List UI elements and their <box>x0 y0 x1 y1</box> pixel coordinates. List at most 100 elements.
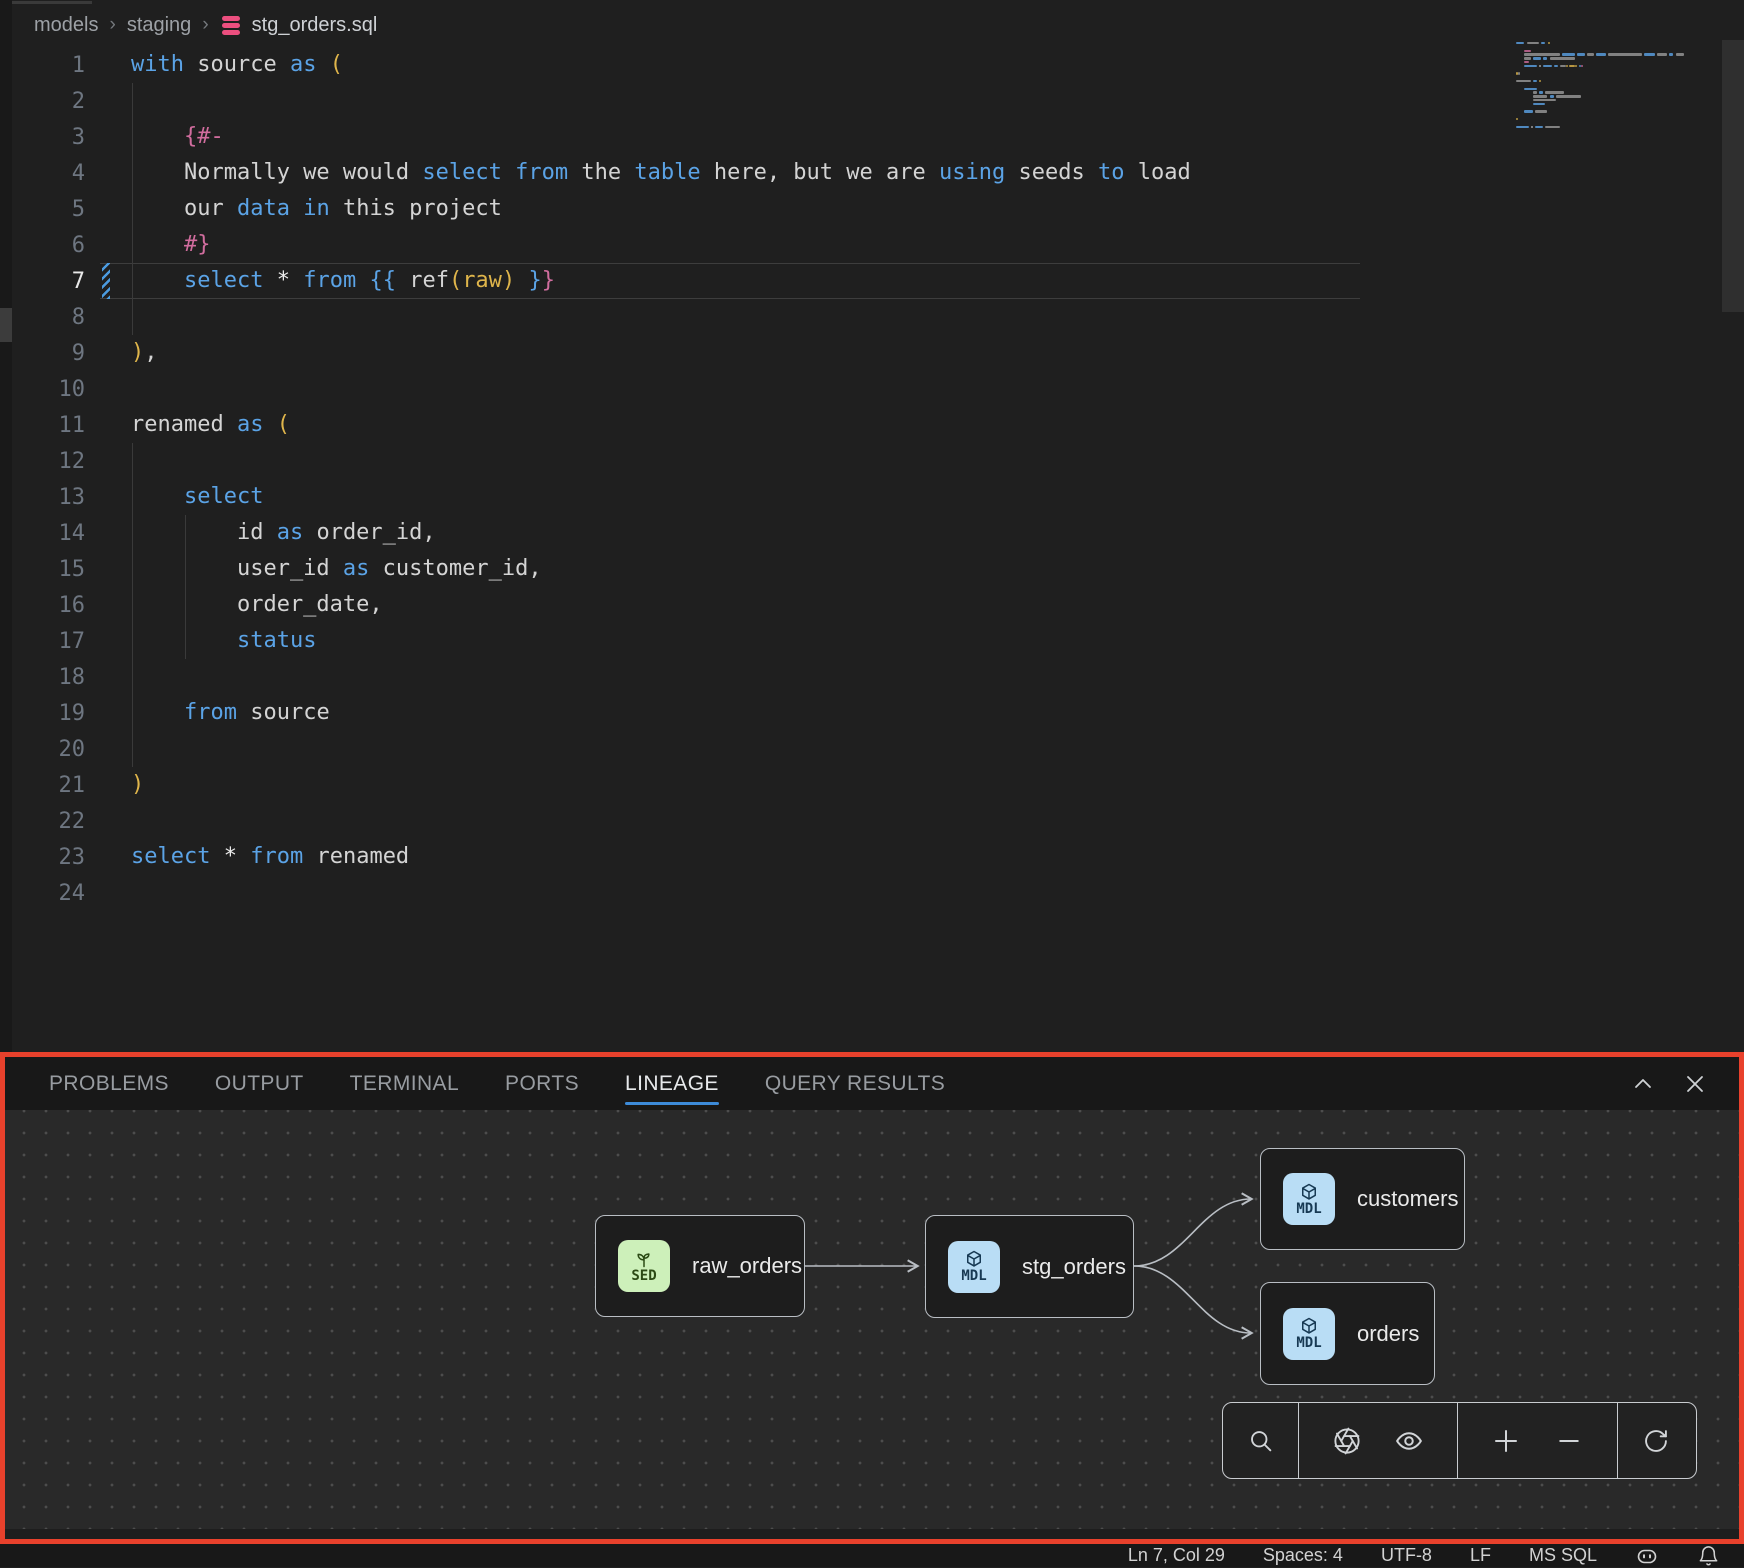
status-encoding[interactable]: UTF-8 <box>1381 1545 1432 1566</box>
minimap[interactable] <box>1516 42 1694 142</box>
code-line[interactable]: 21) <box>12 767 1744 803</box>
panel-tab-lineage[interactable]: LINEAGE <box>625 1057 719 1110</box>
refresh-icon[interactable] <box>1642 1427 1670 1455</box>
lineage-node-raw-orders[interactable]: SED raw_orders <box>595 1215 805 1317</box>
breadcrumb-item-models[interactable]: models <box>34 14 98 37</box>
modified-line-indicator <box>102 263 110 299</box>
code-line[interactable]: 22 <box>12 803 1744 839</box>
editor-scrollbar-thumb[interactable] <box>1722 40 1744 312</box>
code-line[interactable]: 19 from source <box>12 695 1744 731</box>
chevron-up-icon[interactable] <box>1631 1072 1655 1096</box>
code-text[interactable]: renamed as ( <box>131 407 290 443</box>
code-line[interactable]: 16 order_date, <box>12 587 1744 623</box>
code-line[interactable]: 8 <box>12 299 1744 335</box>
lineage-canvas[interactable]: SED raw_orders MDL stg_orders MDL custom… <box>5 1110 1739 1539</box>
line-number: 18 <box>12 665 85 690</box>
panel-tab-ports[interactable]: PORTS <box>505 1057 579 1110</box>
activity-rail <box>0 0 12 1052</box>
code-text[interactable]: id as order_id, <box>131 515 436 551</box>
code-text[interactable]: ), <box>131 335 158 371</box>
code-line[interactable]: 14 id as order_id, <box>12 515 1744 551</box>
code-line[interactable]: 23select * from renamed <box>12 839 1744 875</box>
zoom-out-icon[interactable] <box>1554 1426 1584 1456</box>
code-line[interactable]: 5 our data in this project <box>12 191 1744 227</box>
eye-icon[interactable] <box>1394 1426 1424 1456</box>
panel-tab-output[interactable]: OUTPUT <box>215 1057 304 1110</box>
breadcrumb-separator: › <box>108 14 116 36</box>
code-line[interactable]: 6 #} <box>12 227 1744 263</box>
line-number: 11 <box>12 413 85 438</box>
code-line[interactable]: 18 <box>12 659 1744 695</box>
code-text[interactable]: ) <box>131 767 144 803</box>
code-text[interactable]: order_date, <box>131 587 383 623</box>
code-editor: models › staging › stg_orders.sql 1with … <box>0 0 1744 1052</box>
code-text[interactable]: select * from renamed <box>131 839 409 875</box>
close-icon[interactable] <box>1683 1072 1707 1096</box>
line-number: 21 <box>12 773 85 798</box>
aperture-icon[interactable] <box>1332 1426 1362 1456</box>
code-line[interactable]: 9), <box>12 335 1744 371</box>
status-language-mode[interactable]: MS SQL <box>1529 1545 1597 1566</box>
node-label: stg_orders <box>1022 1254 1126 1280</box>
edge-stg-to-orders <box>1134 1266 1251 1333</box>
panel-tab-problems[interactable]: PROBLEMS <box>49 1057 169 1110</box>
code-text[interactable]: select * from {{ ref(raw) }} <box>131 263 555 299</box>
node-label: customers <box>1357 1186 1458 1212</box>
model-badge: MDL <box>1283 1308 1335 1360</box>
indent-guide <box>132 443 133 767</box>
line-number: 15 <box>12 557 85 582</box>
model-badge: MDL <box>948 1241 1000 1293</box>
indent-guide <box>185 515 186 659</box>
status-cursor-position[interactable]: Ln 7, Col 29 <box>1128 1545 1225 1566</box>
code-text[interactable]: user_id as customer_id, <box>131 551 542 587</box>
code-line[interactable]: 17 status <box>12 623 1744 659</box>
line-number: 9 <box>12 341 85 366</box>
line-number: 13 <box>12 485 85 510</box>
breadcrumb-file-name[interactable]: stg_orders.sql <box>252 14 378 37</box>
code-line[interactable]: 15 user_id as customer_id, <box>12 551 1744 587</box>
code-text[interactable]: from source <box>131 695 330 731</box>
panel-tab-query-results[interactable]: QUERY RESULTS <box>765 1057 945 1110</box>
line-number: 19 <box>12 701 85 726</box>
status-indentation[interactable]: Spaces: 4 <box>1263 1545 1343 1566</box>
breadcrumb-item-staging[interactable]: staging <box>127 14 192 37</box>
code-line[interactable]: 3 {#- <box>12 119 1744 155</box>
panel-tab-terminal[interactable]: TERMINAL <box>350 1057 459 1110</box>
search-icon[interactable] <box>1247 1427 1275 1455</box>
zoom-in-icon[interactable] <box>1491 1426 1521 1456</box>
lineage-node-stg-orders[interactable]: MDL stg_orders <box>925 1215 1134 1318</box>
badge-label: MDL <box>1296 1336 1321 1351</box>
code-line[interactable]: 1with source as ( <box>12 47 1744 83</box>
rail-scrollbar-thumb[interactable] <box>0 308 12 342</box>
code-text[interactable]: our data in this project <box>131 191 502 227</box>
lineage-node-orders[interactable]: MDL orders <box>1260 1282 1435 1385</box>
line-number: 7 <box>12 269 85 294</box>
cube-icon <box>1299 1316 1319 1336</box>
code-text[interactable]: status <box>131 623 316 659</box>
lineage-node-customers[interactable]: MDL customers <box>1260 1148 1465 1250</box>
node-label: raw_orders <box>692 1253 802 1279</box>
status-eol-sequence[interactable]: LF <box>1470 1545 1491 1566</box>
code-line[interactable]: 4 Normally we would select from the tabl… <box>12 155 1744 191</box>
code-line[interactable]: 12 <box>12 443 1744 479</box>
line-number: 6 <box>12 233 85 258</box>
code-text[interactable]: #} <box>131 227 210 263</box>
code-line[interactable]: 24 <box>12 875 1744 911</box>
code-line[interactable]: 2 <box>12 83 1744 119</box>
code-text[interactable]: Normally we would select from the table … <box>131 155 1191 191</box>
code-line[interactable]: 11 renamed as ( <box>12 407 1744 443</box>
code-text[interactable]: select <box>131 479 263 515</box>
line-number: 4 <box>12 161 85 186</box>
code-line[interactable]: 20 <box>12 731 1744 767</box>
code-text[interactable]: with source as ( <box>131 47 343 83</box>
lineage-toolbar <box>1222 1402 1697 1479</box>
line-number: 8 <box>12 305 85 330</box>
copilot-icon[interactable] <box>1635 1544 1659 1568</box>
code-text[interactable]: {#- <box>131 119 224 155</box>
line-number: 2 <box>12 89 85 114</box>
code-line[interactable]: 7 select * from {{ ref(raw) }} <box>12 263 1744 299</box>
code-line[interactable]: 13 select <box>12 479 1744 515</box>
code-line[interactable]: 10 <box>12 371 1744 407</box>
cube-icon <box>1299 1182 1319 1202</box>
bell-icon[interactable] <box>1697 1544 1720 1567</box>
